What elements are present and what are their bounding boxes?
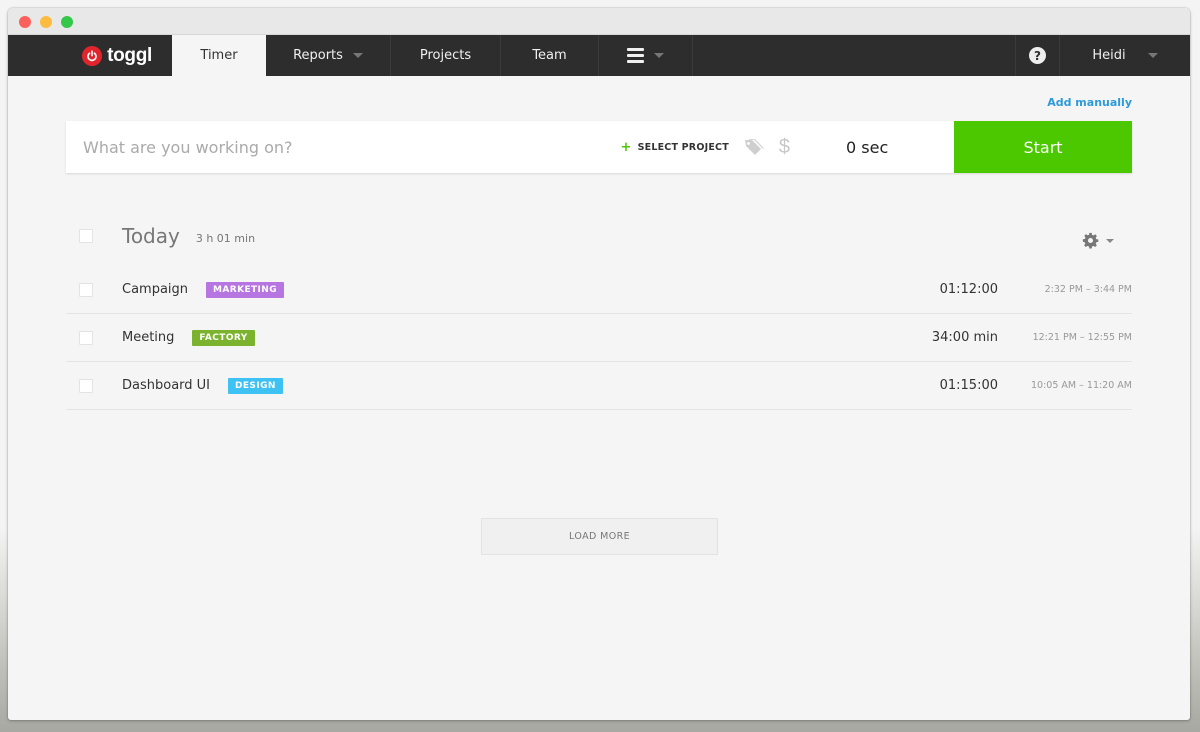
top-navbar: toggl Timer Reports Projects Team ? Heid…: [8, 35, 1190, 76]
hamburger-icon: [627, 48, 644, 63]
help-button[interactable]: ?: [1016, 35, 1060, 76]
help-icon: ?: [1029, 47, 1046, 64]
entry-description[interactable]: Campaign: [122, 282, 188, 297]
project-badge[interactable]: FACTORY: [192, 329, 255, 346]
entry-description[interactable]: Meeting: [122, 330, 174, 345]
window-maximize-button[interactable]: [61, 16, 73, 28]
nav-tab-team[interactable]: Team: [501, 35, 599, 76]
start-button[interactable]: Start: [954, 121, 1132, 173]
entry-checkbox[interactable]: [79, 330, 93, 345]
entry-duration[interactable]: 01:15:00: [940, 378, 998, 393]
day-header: Today 3 h 01 min: [66, 206, 1132, 266]
nav-tab-label: Projects: [419, 48, 472, 63]
day-settings-menu[interactable]: [1082, 232, 1114, 249]
entry-description[interactable]: Dashboard UI: [122, 378, 210, 393]
entry-checkbox[interactable]: [79, 282, 93, 297]
nav-tab-projects[interactable]: Projects: [391, 35, 501, 76]
chevron-down-icon: [1147, 53, 1158, 58]
entry-time-range[interactable]: 12:21 PM – 12:55 PM: [1033, 332, 1132, 343]
chevron-down-icon: [352, 53, 363, 58]
chevron-down-icon: [654, 53, 664, 58]
project-badge[interactable]: DESIGN: [228, 377, 283, 394]
timer-bar: + SELECT PROJECT $ 0 sec Start: [66, 121, 1132, 173]
entry-checkbox[interactable]: [79, 378, 93, 393]
entry-time-range[interactable]: 10:05 AM – 11:20 AM: [1031, 380, 1132, 391]
nav-spacer: [693, 35, 1016, 76]
chevron-down-icon: [1106, 238, 1114, 243]
plus-icon: +: [620, 139, 632, 155]
add-manually-link[interactable]: Add manually: [1047, 96, 1132, 109]
nav-tab-reports[interactable]: Reports: [266, 35, 391, 76]
entry-duration[interactable]: 34:00 min: [932, 330, 998, 345]
timer-duration[interactable]: 0 sec: [826, 138, 912, 157]
time-entry-row[interactable]: Dashboard UI DESIGN 01:15:00 10:05 AM – …: [66, 362, 1132, 410]
load-more-button[interactable]: LOAD MORE: [481, 518, 718, 555]
time-entries-list: Today 3 h 01 min Campaign MARKETING 01:1…: [66, 206, 1132, 410]
nav-tab-label: Timer: [200, 48, 238, 63]
gear-icon: [1082, 232, 1099, 249]
time-entry-row[interactable]: Campaign MARKETING 01:12:00 2:32 PM – 3:…: [66, 266, 1132, 314]
nav-tab-label: Reports: [293, 48, 343, 63]
logo-text: toggl: [107, 44, 152, 66]
toggl-logo[interactable]: toggl: [8, 35, 172, 76]
entry-time-range[interactable]: 2:32 PM – 3:44 PM: [1045, 284, 1132, 295]
description-input[interactable]: [66, 121, 621, 173]
entry-duration[interactable]: 01:12:00: [940, 282, 998, 297]
day-total: 3 h 01 min: [195, 231, 256, 245]
window-titlebar: [8, 8, 1190, 35]
window-minimize-button[interactable]: [40, 16, 52, 28]
day-title: Today: [122, 224, 180, 248]
select-project-button[interactable]: + SELECT PROJECT: [621, 140, 729, 155]
user-menu[interactable]: Heidi: [1060, 35, 1190, 76]
time-entry-row[interactable]: Meeting FACTORY 34:00 min 12:21 PM – 12:…: [66, 314, 1132, 362]
nav-tab-timer[interactable]: Timer: [172, 35, 266, 76]
app-window: toggl Timer Reports Projects Team ? Heid…: [8, 8, 1190, 720]
window-close-button[interactable]: [19, 16, 31, 28]
tag-icon[interactable]: [743, 136, 765, 158]
select-day-checkbox[interactable]: [79, 229, 93, 243]
power-icon: [82, 45, 103, 66]
project-badge[interactable]: MARKETING: [206, 281, 285, 298]
billable-dollar-icon[interactable]: $: [779, 136, 790, 159]
select-project-label: SELECT PROJECT: [637, 141, 729, 153]
nav-more-menu[interactable]: [599, 35, 693, 76]
user-name: Heidi: [1092, 48, 1126, 63]
nav-tab-label: Team: [532, 48, 567, 63]
